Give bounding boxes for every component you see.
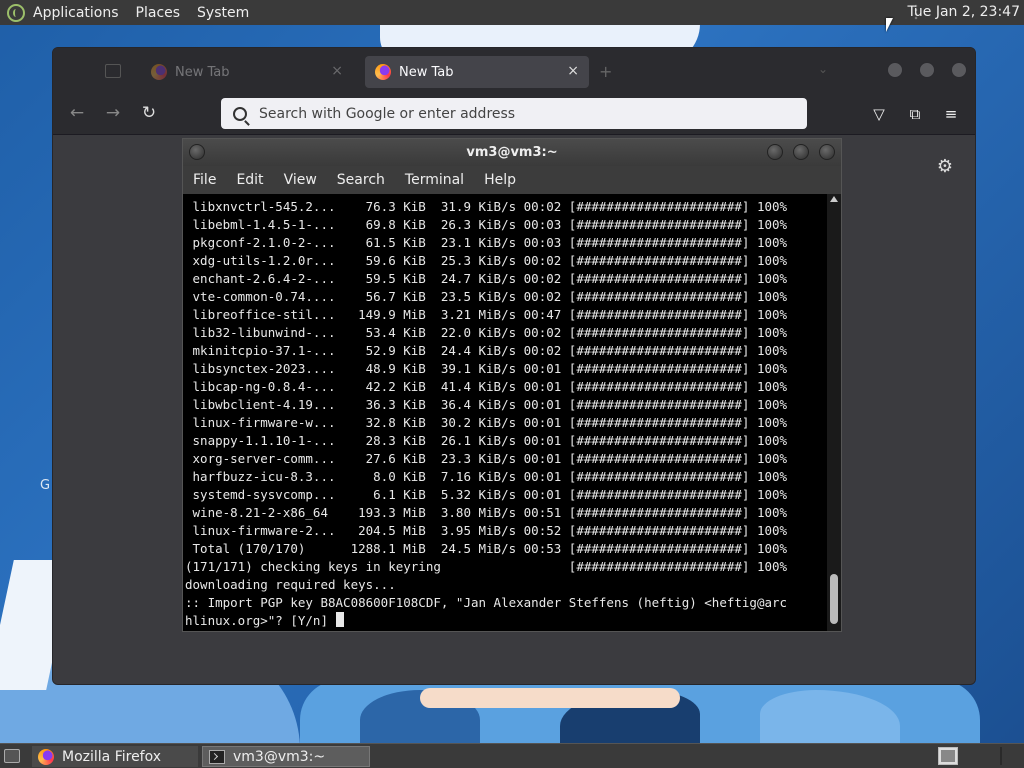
terminal-prompt: hlinux.org>"? [Y/n] [185,613,336,628]
firefox-icon [151,64,167,80]
panel-handle[interactable] [1000,747,1002,765]
terminal-line: libxnvctrl-545.2... 76.3 KiB 31.9 KiB/s … [185,199,788,214]
terminal-title: vm3@vm3:~ [466,145,558,160]
wallpaper-shape [420,688,680,708]
distro-logo-icon[interactable] [7,3,25,22]
taskbar-label: vm3@vm3:~ [233,748,326,765]
tab-title: New Tab [399,64,454,80]
url-bar[interactable] [221,98,807,129]
menu-file[interactable]: File [193,172,216,188]
close-window-button[interactable] [819,144,835,160]
nav-bar: ← → ↻ ▽ ⧉ ≡ [53,95,975,135]
extensions-icon[interactable]: ⧉ [905,105,925,123]
chevron-down-icon[interactable]: ⌄ [818,62,828,76]
mouse-pointer-icon [886,18,893,32]
terminal-line: libsynctex-2023.... 48.9 KiB 39.1 KiB/s … [185,361,788,376]
search-icon [233,106,247,121]
new-tab-button[interactable]: + [599,62,612,81]
menu-search[interactable]: Search [337,172,385,188]
terminal-titlebar[interactable]: vm3@vm3:~ [183,139,841,166]
maximize-button[interactable] [793,144,809,160]
terminal-line: libreoffice-stil... 149.9 MiB 3.21 MiB/s… [185,307,788,322]
close-icon[interactable]: × [331,63,343,79]
window-menu-button[interactable] [189,144,205,160]
menu-icon[interactable]: ≡ [941,105,961,123]
bottom-panel: Mozilla Firefox vm3@vm3:~ [0,743,1024,768]
terminal-line: :: Import PGP key B8AC08600F108CDF, "Jan… [185,595,788,610]
scrollbar[interactable] [827,194,841,631]
text-cursor [335,612,344,627]
tab-title: New Tab [175,64,230,80]
terminal-line: xdg-utils-1.2.0r... 59.6 KiB 25.3 KiB/s … [185,253,788,268]
close-icon[interactable]: × [567,63,579,79]
terminal-line: libwbclient-4.19... 36.3 KiB 36.4 KiB/s … [185,397,788,412]
terminal-line: xorg-server-comm... 27.6 KiB 23.3 KiB/s … [185,451,788,466]
gear-icon[interactable]: ⚙ [937,156,953,177]
terminal-line: (171/171) checking keys in keyring [####… [185,559,788,574]
menu-help[interactable]: Help [484,172,516,188]
tab-new-tab-2[interactable]: New Tab × [365,56,589,88]
terminal-icon [209,749,225,764]
terminal-line: pkgconf-2.1.0-2-... 61.5 KiB 23.1 KiB/s … [185,235,788,250]
top-panel: Applications Places System Tue Jan 2, 23… [0,0,1024,25]
workspace-switcher[interactable] [938,747,958,765]
firefox-icon [38,748,54,765]
menu-edit[interactable]: Edit [236,172,263,188]
terminal-window: vm3@vm3:~ File Edit View Search Terminal… [182,138,842,632]
terminal-line: libcap-ng-0.8.4-... 42.2 KiB 41.4 KiB/s … [185,379,788,394]
taskbar-label: Mozilla Firefox [62,748,162,765]
show-desktop-button[interactable] [4,749,20,763]
minimize-button[interactable] [767,144,783,160]
minimize-button[interactable] [887,62,903,78]
terminal-line: mkinitcpio-37.1-... 52.9 KiB 24.4 KiB/s … [185,343,788,358]
firefox-icon [375,64,391,80]
maximize-button[interactable] [919,62,935,78]
search-input[interactable] [259,105,779,122]
terminal-line: systemd-sysvcomp... 6.1 KiB 5.32 KiB/s 0… [185,487,788,502]
tab-bar: New Tab × New Tab × + ⌄ [53,48,975,95]
terminal-menubar: File Edit View Search Terminal Help [183,166,841,194]
terminal-line: lib32-libunwind-... 53.4 KiB 22.0 KiB/s … [185,325,788,340]
terminal-line: wine-8.21-2-x86_64 193.3 MiB 3.80 MiB/s … [185,505,788,520]
terminal-output[interactable]: libxnvctrl-545.2... 76.3 KiB 31.9 KiB/s … [183,194,827,631]
taskbar-item-terminal[interactable]: vm3@vm3:~ [202,746,370,767]
reload-button[interactable]: ↻ [137,103,161,123]
terminal-line: enchant-2.6.4-2-... 59.5 KiB 24.7 KiB/s … [185,271,788,286]
taskbar-item-firefox[interactable]: Mozilla Firefox [32,746,198,767]
terminal-line: vte-common-0.74.... 56.7 KiB 23.5 KiB/s … [185,289,788,304]
close-window-button[interactable] [951,62,967,78]
menu-view[interactable]: View [284,172,317,188]
terminal-line: downloading required keys... [185,577,396,592]
terminal-line: Total (170/170) 1288.1 MiB 24.5 MiB/s 00… [185,541,788,556]
desktop-icon-label[interactable]: G [40,478,50,493]
clock[interactable]: Tue Jan 2, 23:47 [907,4,1020,20]
menu-system[interactable]: System [197,5,249,21]
menu-places[interactable]: Places [136,5,181,21]
forward-button[interactable]: → [101,103,125,123]
scroll-up-arrow-icon[interactable] [830,196,838,202]
firefox-view-icon[interactable] [105,64,121,78]
menu-terminal[interactable]: Terminal [405,172,464,188]
terminal-line: linux-firmware-w... 32.8 KiB 30.2 KiB/s … [185,415,788,430]
terminal-prompt-line: hlinux.org>"? [Y/n] [185,612,827,630]
tab-new-tab-1[interactable]: New Tab × [141,56,353,88]
terminal-line: snappy-1.1.10-1-... 28.3 KiB 26.1 KiB/s … [185,433,788,448]
terminal-line: harfbuzz-icu-8.3... 8.0 KiB 7.16 KiB/s 0… [185,469,788,484]
pocket-icon[interactable]: ▽ [869,105,889,123]
scrollbar-thumb[interactable] [830,574,838,624]
terminal-line: libebml-1.4.5-1-... 69.8 KiB 26.3 KiB/s … [185,217,788,232]
terminal-line: linux-firmware-2... 204.5 MiB 3.95 MiB/s… [185,523,788,538]
back-button[interactable]: ← [65,103,89,123]
menu-applications[interactable]: Applications [33,5,119,21]
